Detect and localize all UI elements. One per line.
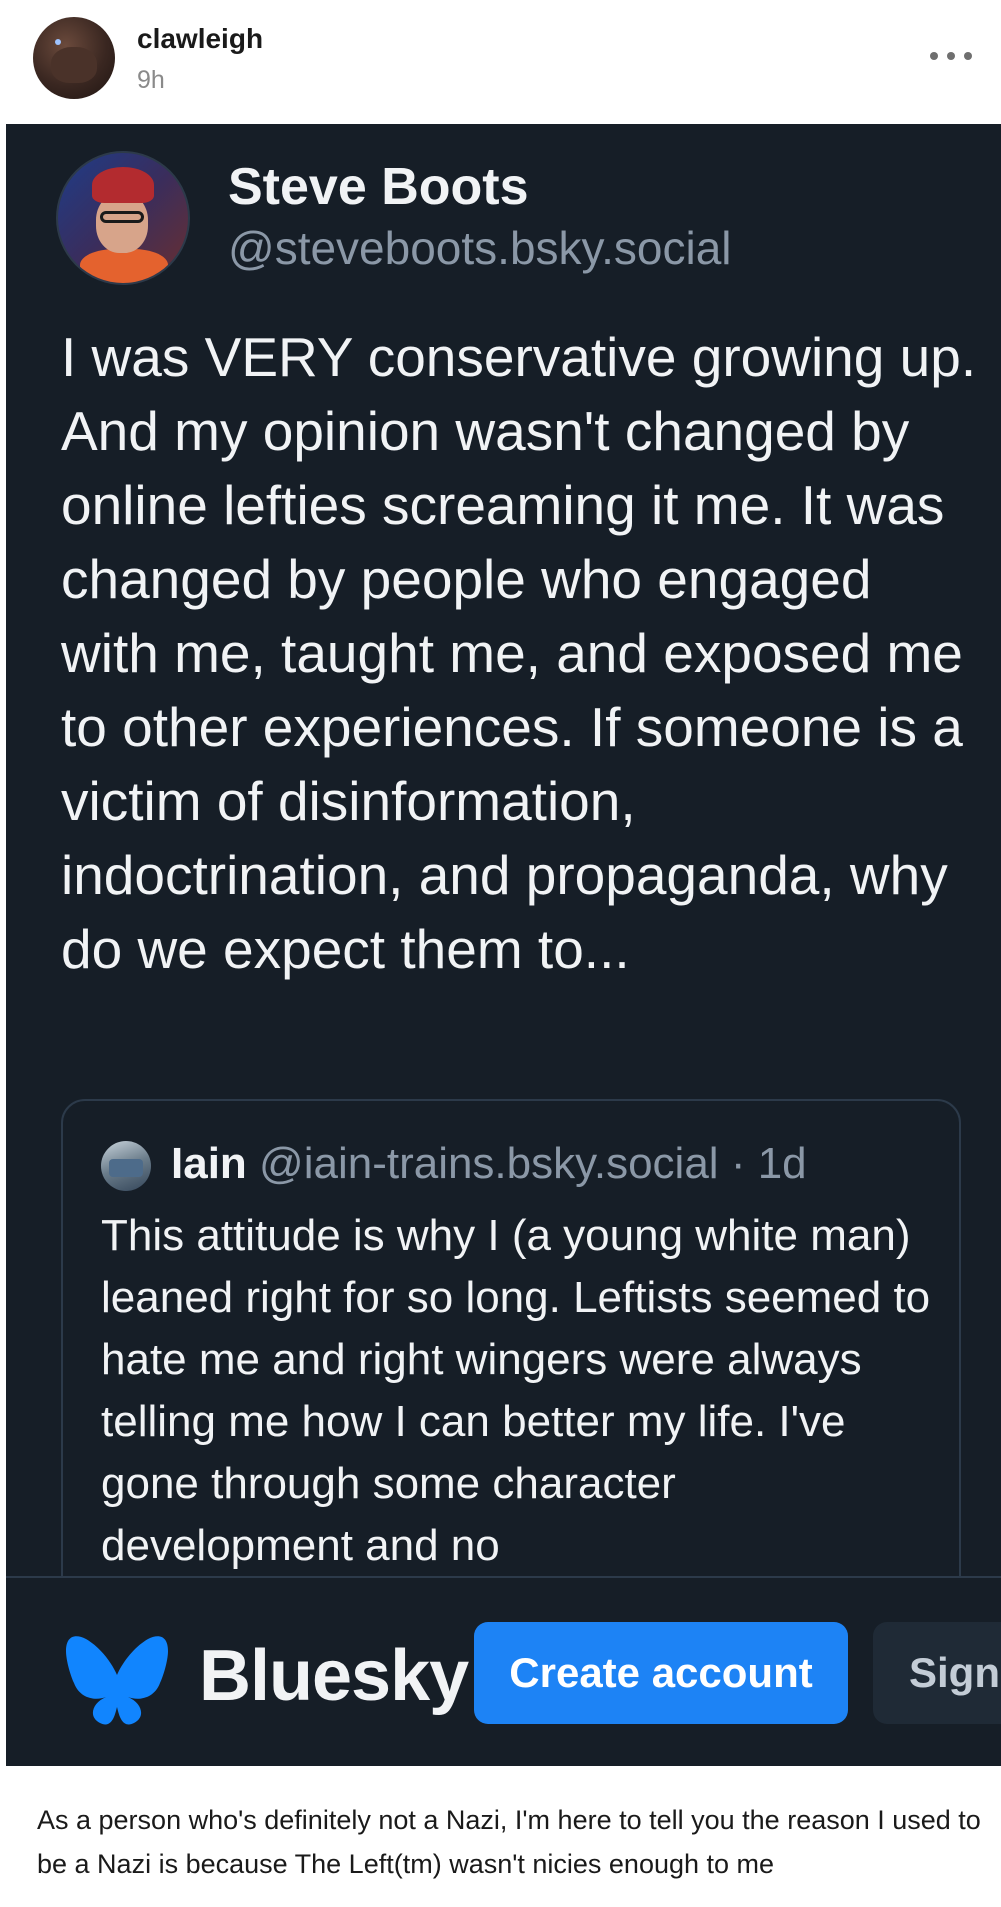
quoted-author-avatar <box>101 1141 151 1191</box>
post-body-text: I was VERY conservative growing up. And … <box>61 326 977 980</box>
quoted-author-handle: @iain-trains.bsky.social · 1d <box>259 1139 807 1188</box>
author-handle[interactable]: @steveboots.bsky.social <box>228 221 732 275</box>
post-header: clawleigh 9h <box>6 0 1001 124</box>
bluesky-wordmark[interactable]: Bluesky <box>199 1635 469 1717</box>
user-avatar[interactable] <box>33 17 115 99</box>
post-username[interactable]: clawleigh <box>137 23 263 55</box>
avatar-art <box>92 167 154 203</box>
quoted-post-text: This attitude is why I (a young white ma… <box>101 1211 931 1570</box>
avatar-art <box>109 1159 143 1177</box>
avatar-eye <box>55 39 61 45</box>
bluesky-embed[interactable]: Steve Boots @steveboots.bsky.social I wa… <box>6 124 1001 1766</box>
dot-icon <box>930 52 938 60</box>
quoted-author-name: Iain <box>171 1139 247 1188</box>
author-name[interactable]: Steve Boots <box>228 157 529 217</box>
post-caption: As a person who's definitely not a Nazi,… <box>37 1805 981 1879</box>
avatar-art <box>51 47 97 83</box>
bluesky-butterfly-icon <box>66 1636 168 1725</box>
post-timestamp[interactable]: 9h <box>137 66 165 95</box>
dot-icon <box>947 52 955 60</box>
post-card: clawleigh 9h Steve Boots @steveboots.bsk… <box>6 0 1001 1907</box>
quoted-post-meta: Iain @iain-trains.bsky.social · 1d <box>171 1139 807 1189</box>
more-options-icon[interactable] <box>930 50 972 62</box>
sign-in-button[interactable]: Sign <box>873 1622 1001 1724</box>
author-avatar[interactable] <box>56 151 190 285</box>
bluesky-footer-bar: Bluesky Create account Sign <box>6 1576 1001 1766</box>
create-account-button[interactable]: Create account <box>474 1622 848 1724</box>
avatar-art <box>100 211 144 223</box>
avatar-art <box>80 249 168 283</box>
dot-icon <box>964 52 972 60</box>
